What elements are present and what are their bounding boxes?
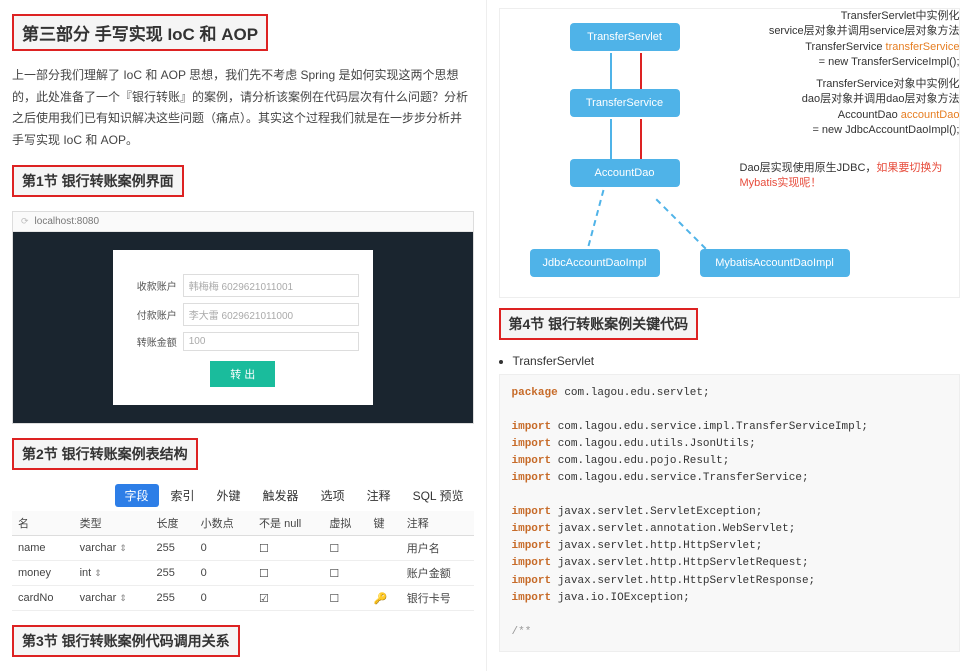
arrow bbox=[640, 119, 642, 159]
cell: name bbox=[12, 536, 74, 561]
tab-options[interactable]: 选项 bbox=[311, 484, 355, 507]
label-payer: 付款账户 bbox=[127, 307, 183, 322]
cell: ☐ bbox=[323, 536, 367, 561]
table-row: name varchar ⇕ 255 0 ☐☐ 用户名 bbox=[12, 536, 474, 561]
th-key: 键 bbox=[367, 511, 400, 536]
note1: TransferServlet中实例化 service层对象并调用service… bbox=[700, 9, 960, 71]
cell: 255 bbox=[151, 561, 195, 586]
arrow bbox=[640, 53, 642, 89]
cell: 0 bbox=[195, 536, 253, 561]
tab-fields[interactable]: 字段 bbox=[115, 484, 159, 507]
cell bbox=[367, 561, 400, 586]
intro-text: 上一部分我们理解了 IoC 和 AOP 思想，我们先不考虑 Spring 是如何… bbox=[12, 65, 474, 151]
cell: 0 bbox=[195, 561, 253, 586]
part3-heading: 第三部分 手写实现 IoC 和 AOP bbox=[12, 14, 268, 51]
th-name: 名 bbox=[12, 511, 74, 536]
tab-trigger[interactable]: 触发器 bbox=[253, 484, 309, 507]
cell: ☐ bbox=[253, 561, 323, 586]
cell: cardNo bbox=[12, 586, 74, 611]
th-dec: 小数点 bbox=[195, 511, 253, 536]
cell: 账户金额 bbox=[401, 561, 474, 586]
call-diagram: TransferServlet TransferService AccountD… bbox=[499, 8, 961, 298]
box-service: TransferService bbox=[570, 89, 680, 117]
bullet-servlet: TransferServlet bbox=[513, 354, 961, 368]
cell: 用户名 bbox=[401, 536, 474, 561]
th-comment: 注释 bbox=[401, 511, 474, 536]
transfer-button[interactable]: 转 出 bbox=[210, 361, 275, 387]
cell: money bbox=[12, 561, 74, 586]
schema-table: 名 类型 长度 小数点 不是 null 虚拟 键 注释 name varchar… bbox=[12, 511, 474, 611]
arrow bbox=[610, 53, 612, 89]
key-icon: 🔑 bbox=[367, 586, 400, 611]
label-payee: 收款账户 bbox=[127, 278, 183, 293]
reload-icon: ⟳ bbox=[21, 216, 29, 227]
cell: 0 bbox=[195, 586, 253, 611]
cell bbox=[367, 536, 400, 561]
input-amount[interactable]: 100 bbox=[183, 332, 359, 351]
box-servlet: TransferServlet bbox=[570, 23, 680, 51]
cell: ☑ bbox=[253, 586, 323, 611]
note3: Dao层实现使用原生JDBC，如果要切换为Mybatis实现呢！ bbox=[740, 161, 960, 192]
input-payee[interactable]: 韩梅梅 6029621011001 bbox=[183, 274, 359, 297]
cell: 255 bbox=[151, 586, 195, 611]
tab-fk[interactable]: 外键 bbox=[207, 484, 251, 507]
arrow bbox=[655, 199, 706, 250]
input-payer[interactable]: 李大雷 6029621011000 bbox=[183, 303, 359, 326]
db-tabs: 字段 索引 外键 触发器 选项 注释 SQL 预览 bbox=[12, 484, 474, 507]
cell: ☐ bbox=[253, 536, 323, 561]
code-block: package com.lagou.edu.servlet; import co… bbox=[499, 374, 961, 652]
th-len: 长度 bbox=[151, 511, 195, 536]
browser-mockup: ⟳ localhost:8080 收款账户 韩梅梅 6029621011001 … bbox=[12, 211, 474, 424]
note2: TransferService对象中实例化 dao层对象并调用dao层对象方法 … bbox=[700, 77, 960, 139]
cell: int ⇕ bbox=[74, 561, 151, 586]
th-virtual: 虚拟 bbox=[323, 511, 367, 536]
browser-addressbar: ⟳ localhost:8080 bbox=[13, 212, 473, 232]
cell: varchar ⇕ bbox=[74, 536, 151, 561]
url-text: localhost:8080 bbox=[35, 216, 100, 227]
transfer-form: 收款账户 韩梅梅 6029621011001 付款账户 李大雷 60296210… bbox=[113, 250, 373, 405]
tab-comment[interactable]: 注释 bbox=[357, 484, 401, 507]
sec2-heading: 第2节 银行转账案例表结构 bbox=[12, 438, 198, 470]
box-mybatis: MybatisAccountDaoImpl bbox=[700, 249, 850, 277]
sec3-heading: 第3节 银行转账案例代码调用关系 bbox=[12, 625, 240, 657]
cell: ☐ bbox=[323, 561, 367, 586]
th-type: 类型 bbox=[74, 511, 151, 536]
updown-icon: ⇕ bbox=[119, 543, 127, 553]
updown-icon: ⇕ bbox=[119, 593, 127, 603]
sec1-heading: 第1节 银行转账案例界面 bbox=[12, 165, 184, 197]
cell: ☐ bbox=[323, 586, 367, 611]
tab-sql[interactable]: SQL 预览 bbox=[403, 484, 474, 507]
th-null: 不是 null bbox=[253, 511, 323, 536]
arrow bbox=[610, 119, 612, 159]
cell: 银行卡号 bbox=[401, 586, 474, 611]
table-row: cardNo varchar ⇕ 255 0 ☑☐ 🔑 银行卡号 bbox=[12, 586, 474, 611]
box-jdbc: JdbcAccountDaoImpl bbox=[530, 249, 660, 277]
table-row: money int ⇕ 255 0 ☐☐ 账户金额 bbox=[12, 561, 474, 586]
arrow bbox=[587, 190, 604, 247]
cell: varchar ⇕ bbox=[74, 586, 151, 611]
updown-icon: ⇕ bbox=[94, 568, 102, 578]
box-dao: AccountDao bbox=[570, 159, 680, 187]
tab-index[interactable]: 索引 bbox=[161, 484, 205, 507]
sec4-heading: 第4节 银行转账案例关键代码 bbox=[499, 308, 699, 340]
cell: 255 bbox=[151, 536, 195, 561]
label-amount: 转账金额 bbox=[127, 334, 183, 349]
